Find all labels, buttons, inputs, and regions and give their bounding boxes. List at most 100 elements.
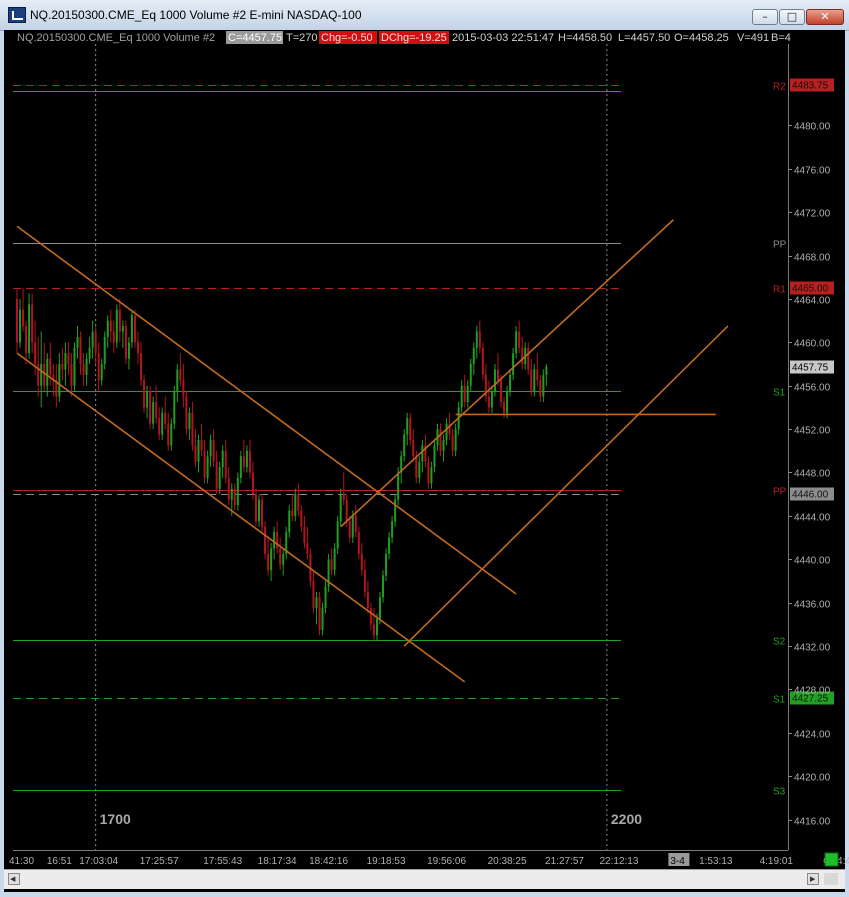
- candle-body: [475, 331, 478, 348]
- scroll-right-button[interactable]: ▶: [807, 873, 819, 885]
- candle-body: [133, 315, 136, 343]
- candle-body: [363, 570, 366, 592]
- candle-body: [227, 477, 230, 500]
- candle-body: [100, 364, 103, 381]
- level-label: S1: [773, 388, 786, 399]
- level-label: R2: [773, 82, 786, 93]
- candle-body: [170, 423, 173, 446]
- candle-body: [143, 380, 146, 408]
- candle-body: [382, 575, 385, 598]
- header-low: L=4457.50: [618, 32, 670, 44]
- session-label: 1700: [100, 811, 131, 827]
- candle-body: [31, 304, 34, 343]
- horizontal-scrollbar[interactable]: ◀ ▶: [4, 869, 845, 889]
- price-axis-label: 4460.00: [794, 339, 831, 350]
- candle-body: [194, 445, 197, 462]
- candle-body: [73, 347, 76, 386]
- candle-body: [76, 336, 79, 348]
- candle-body: [442, 439, 445, 451]
- candle-body: [300, 510, 303, 527]
- candle-body: [97, 353, 100, 381]
- price-axis-label: 4444.00: [794, 513, 831, 524]
- candle-body: [542, 374, 545, 397]
- candle-body: [339, 494, 342, 522]
- candle-body: [230, 488, 233, 500]
- candle-body: [118, 309, 121, 332]
- candle-body: [521, 347, 524, 365]
- connection-status-indicator: [824, 852, 839, 867]
- candle-body: [200, 439, 203, 451]
- time-axis-label: 1:53:13: [699, 856, 733, 867]
- candle-body: [391, 521, 394, 538]
- time-axis-label: 20:38:25: [488, 856, 527, 867]
- header-symbol: NQ.20150300.CME_Eq 1000 Volume #2: [17, 32, 215, 44]
- candle-body: [124, 326, 127, 359]
- candle-body: [34, 342, 37, 365]
- price-axis-label: 4472.00: [794, 209, 831, 220]
- time-axis-label: 17:25:57: [140, 856, 179, 867]
- candle-body: [318, 597, 321, 630]
- candle-body: [463, 385, 466, 402]
- header-bid: B=4: [771, 32, 791, 44]
- candle-body: [472, 347, 475, 365]
- candle-body: [206, 456, 209, 478]
- candle-body: [140, 353, 143, 381]
- price-axis-label: 4468.00: [794, 253, 831, 264]
- scroll-left-button[interactable]: ◀: [8, 873, 20, 885]
- candle-body: [306, 543, 309, 554]
- candle-body: [197, 439, 200, 462]
- candle-body: [321, 608, 324, 630]
- time-axis-label: 17:03:04: [79, 856, 118, 867]
- candle-body: [330, 559, 333, 571]
- price-axis-label: 4452.00: [794, 426, 831, 437]
- candle-body: [439, 429, 442, 451]
- plot-area: [13, 44, 788, 850]
- candle-body: [188, 412, 191, 430]
- candle-body: [127, 342, 130, 359]
- candle-body: [185, 396, 188, 430]
- candle-body: [282, 553, 285, 565]
- candle-body: [158, 418, 161, 435]
- candle-body: [261, 499, 264, 527]
- candle-body: [85, 358, 88, 375]
- price-axis-label: 4476.00: [794, 166, 831, 177]
- time-axis-label: 16:51: [47, 856, 72, 867]
- level-label: PP: [773, 240, 787, 251]
- header-open: O=4458.25: [674, 32, 729, 44]
- candle-body: [336, 521, 339, 549]
- time-axis-label: 17:55:43: [203, 856, 242, 867]
- candle-body: [430, 467, 433, 484]
- time-axis-label: 18:42:16: [309, 856, 348, 867]
- candle-body: [421, 445, 424, 462]
- candle-body: [258, 499, 260, 522]
- price-chart[interactable]: 1700 2200 R2 4483.75 PP R1 4465.00 S1 PP 4446.00…: [0, 0, 849, 897]
- candle-body: [239, 456, 242, 478]
- candle-body: [539, 380, 542, 397]
- candle-body: [245, 450, 248, 468]
- candle-body: [297, 494, 300, 511]
- price-axis-label: 4424.00: [794, 730, 831, 741]
- candle-body: [221, 450, 224, 468]
- candle-body: [167, 423, 170, 446]
- candle-body: [88, 347, 91, 359]
- header-volume: V=491: [737, 32, 769, 44]
- price-axis-label: 4428.00: [794, 686, 831, 697]
- candle-body: [161, 412, 164, 435]
- header-dchg: DChg=-19.25: [381, 32, 447, 44]
- candle-body: [212, 439, 215, 462]
- time-axis-label: 3-4: [670, 856, 685, 867]
- candle-body: [251, 472, 254, 495]
- time-axis-label: 41:30: [9, 856, 34, 867]
- scroll-thumb[interactable]: [824, 873, 838, 885]
- header-datetime: 2015-03-03 22:51:47: [452, 32, 554, 44]
- candle-body: [209, 439, 212, 457]
- candle-body: [303, 526, 306, 544]
- candle-body: [19, 309, 22, 343]
- candle-body: [394, 499, 397, 522]
- level-label: S3: [773, 787, 786, 798]
- candle-body: [342, 494, 345, 500]
- candle-body: [490, 391, 493, 408]
- session-label: 2200: [611, 811, 642, 827]
- candle-body: [385, 553, 388, 576]
- candle-body: [276, 532, 279, 549]
